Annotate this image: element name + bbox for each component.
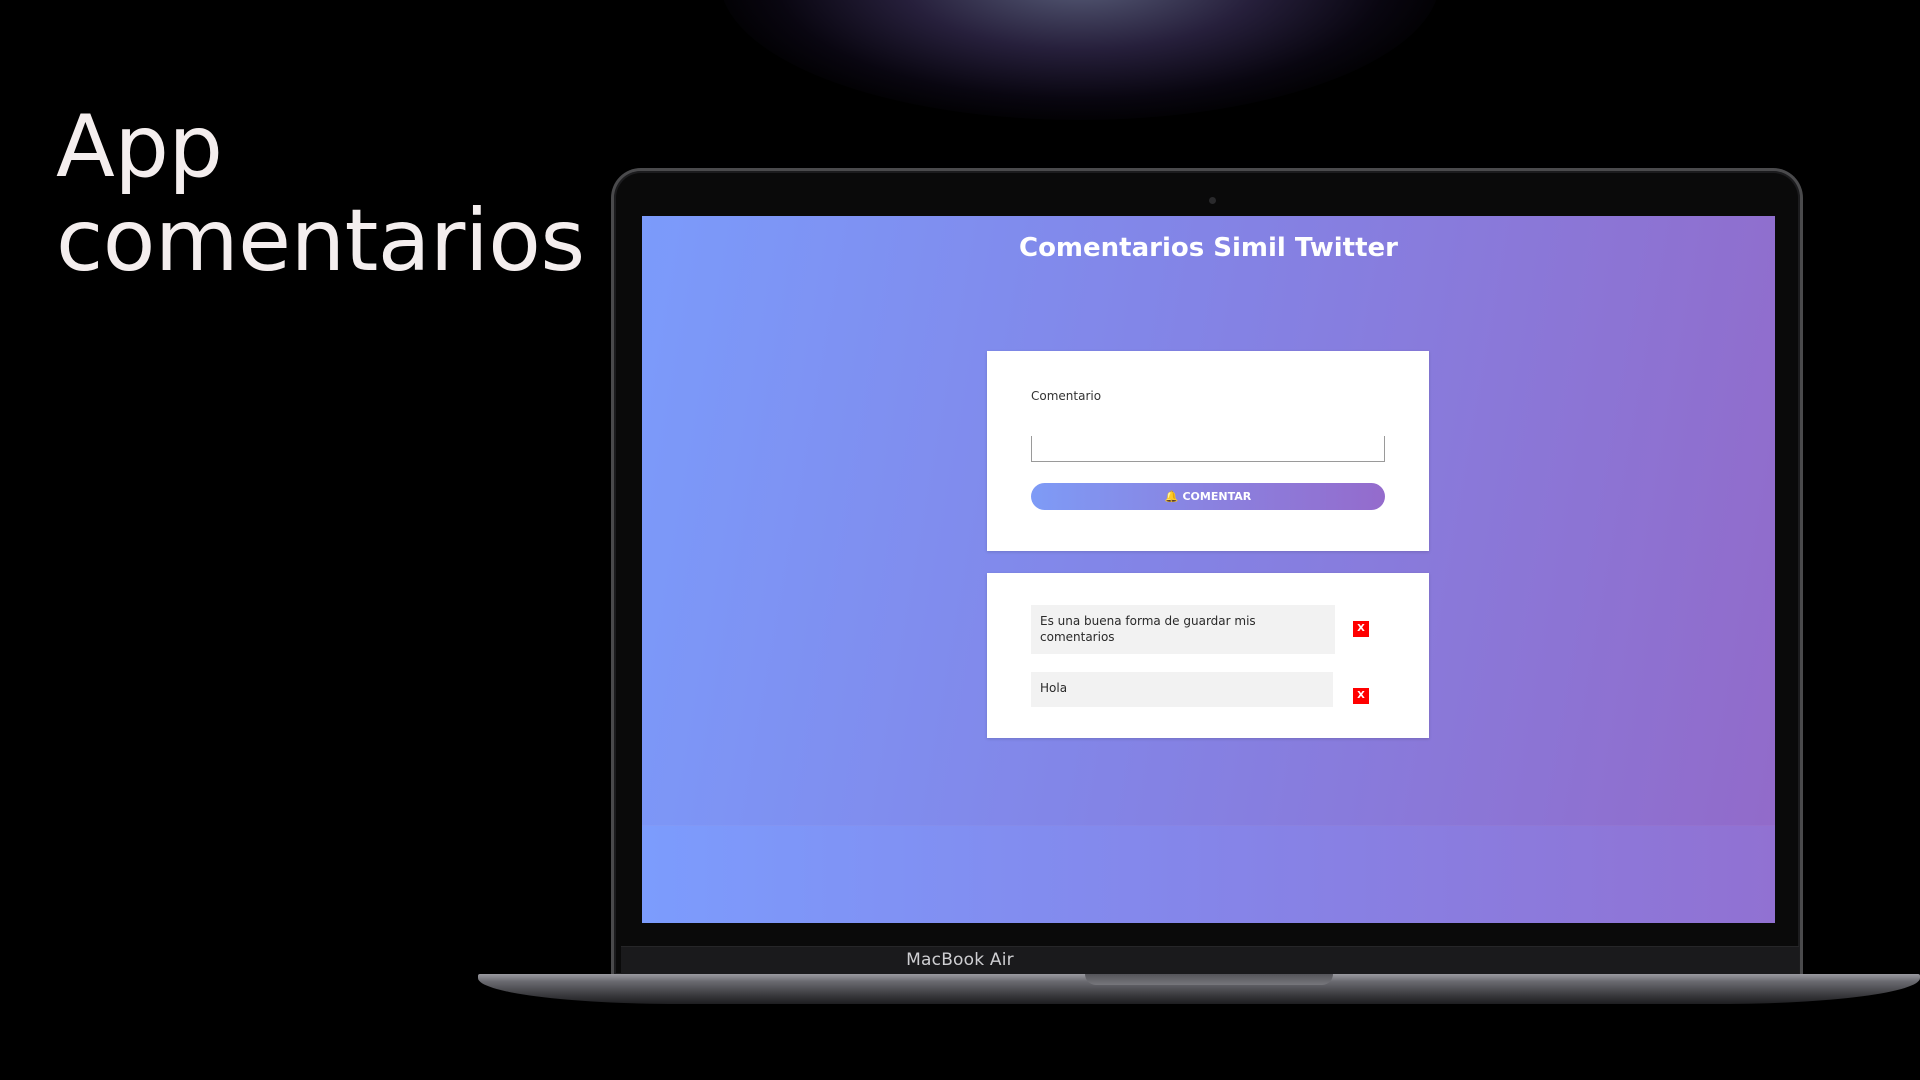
app-title: Comentarios Simil Twitter [1018, 233, 1398, 263]
headline-line-2: comentarios [56, 191, 585, 291]
laptop-screen: Comentarios Simil Twitter Comentario 🔔 C… [642, 216, 1775, 923]
headline-line-1: App [56, 97, 223, 197]
webcam [1209, 197, 1216, 204]
delete-comment-button[interactable]: X [1353, 688, 1369, 704]
slide-headline: App comentarios [56, 100, 585, 288]
comment-form-card: Comentario 🔔 COMENTAR [987, 351, 1429, 551]
comment-item: Hola [1031, 672, 1333, 707]
laptop-notch [1085, 974, 1333, 985]
promo-slide: App comentarios MacBook Air Comentarios … [0, 0, 1920, 1080]
delete-comment-button[interactable]: X [1353, 621, 1369, 637]
comment-input[interactable] [1031, 436, 1385, 462]
top-glow [720, 0, 1440, 120]
comment-item: Es una buena forma de guardar mis coment… [1031, 605, 1335, 654]
submit-label: COMENTAR [1182, 490, 1252, 503]
page-footer [642, 826, 1775, 923]
comment-label: Comentario [1031, 389, 1102, 403]
comment-submit-button[interactable]: 🔔 COMENTAR [1031, 483, 1385, 510]
comments-list-card: Es una buena forma de guardar mis coment… [987, 573, 1429, 738]
bell-icon: 🔔 [1164, 490, 1179, 503]
laptop-model-label: MacBook Air [906, 950, 1014, 970]
